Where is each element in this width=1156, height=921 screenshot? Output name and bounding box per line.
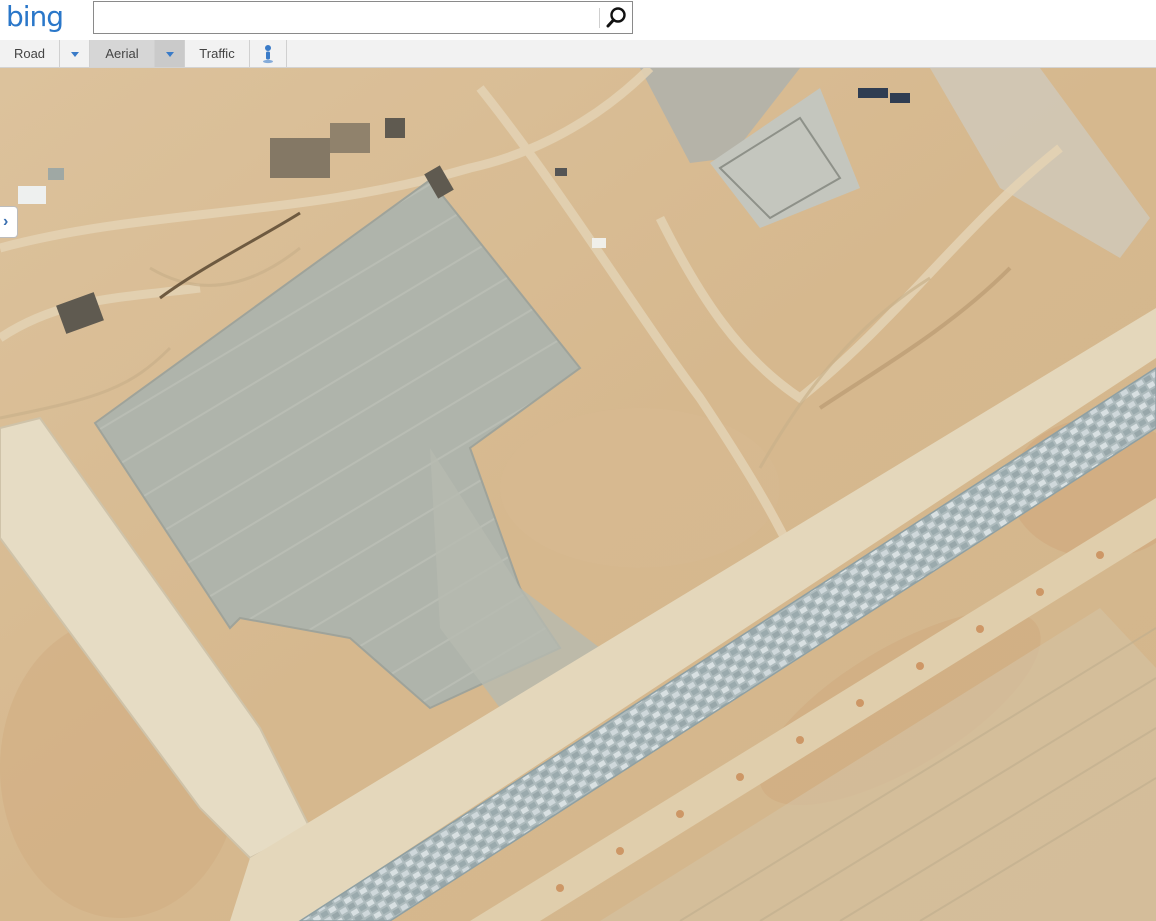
- search-button[interactable]: [604, 5, 630, 31]
- header: bing: [0, 0, 1156, 40]
- chevron-down-icon: [70, 52, 79, 58]
- road-dropdown-button[interactable]: [60, 40, 90, 67]
- search-input[interactable]: [98, 6, 592, 32]
- aerial-button[interactable]: Aerial: [90, 40, 155, 67]
- aerial-dropdown-button[interactable]: [155, 40, 185, 67]
- aerial-map[interactable]: ›: [0, 68, 1156, 921]
- bing-logo[interactable]: bing: [6, 1, 64, 33]
- search-icon: [606, 7, 626, 28]
- side-panel-toggle[interactable]: ›: [0, 206, 18, 238]
- person-icon: [263, 44, 273, 63]
- chevron-down-icon: [165, 52, 174, 58]
- streetside-button[interactable]: [250, 40, 287, 67]
- map-toolbar: Road Aerial Traffic: [0, 40, 1156, 68]
- road-button[interactable]: Road: [0, 40, 60, 67]
- traffic-button[interactable]: Traffic: [185, 40, 250, 67]
- chevron-right-icon: ›: [3, 213, 9, 230]
- search-divider: [599, 8, 600, 28]
- satellite-imagery: [0, 68, 1156, 921]
- search-box: [93, 1, 633, 34]
